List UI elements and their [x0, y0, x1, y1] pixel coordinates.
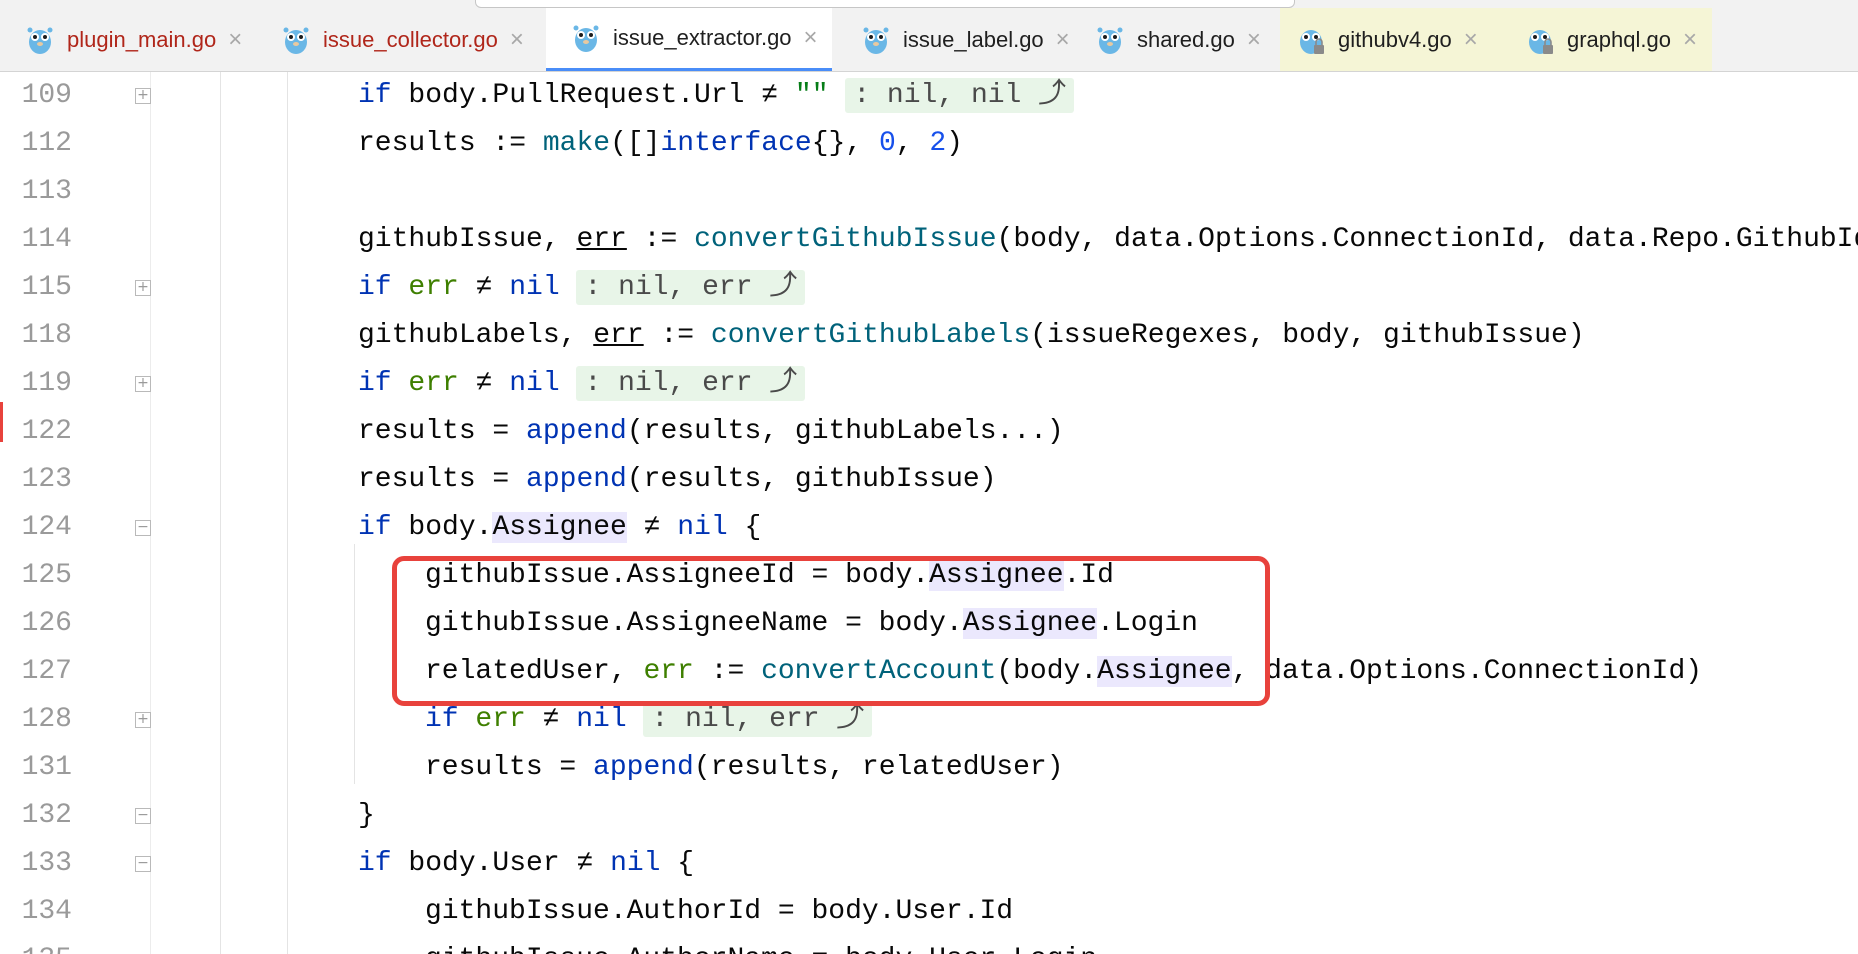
indent-guide [220, 72, 221, 954]
close-icon[interactable]: × [510, 27, 524, 52]
tab-label: issue_collector.go [323, 26, 498, 52]
tab-label: graphql.go [1567, 26, 1671, 52]
line-number-gutter: 109 112 113 114 115 118 119 122 123 124 … [0, 72, 151, 954]
line-number: 122 [21, 416, 72, 447]
change-marker [0, 402, 3, 442]
line-number: 114 [21, 224, 72, 255]
tab-label: plugin_main.go [67, 26, 217, 52]
tab-issue-extractor[interactable]: issue_extractor.go × [546, 8, 832, 71]
code-line-134: githubIssue.AuthorId = body.User.Id [425, 896, 1014, 927]
line-number: 115 [21, 272, 72, 303]
line-number: 134 [21, 896, 72, 927]
close-icon[interactable]: × [804, 26, 818, 50]
tab-label: issue_label.go [903, 26, 1044, 52]
close-icon[interactable]: × [1247, 27, 1261, 52]
folded-return-hint[interactable]: : nil, err ⤴ [576, 270, 806, 305]
fold-end-icon[interactable]: − [135, 808, 151, 824]
tab-githubv4[interactable]: githubv4.go × [1280, 8, 1526, 71]
indent-guide [287, 72, 288, 954]
code-line-135: githubIssue.AuthorName = body.User.Login [425, 936, 1097, 954]
line-number: 119 [21, 368, 72, 399]
line-number: 133 [21, 848, 72, 879]
code-line-115: if err ≠ nil : nil, err ⤴ [358, 264, 806, 312]
code-line-122: results = append(results, githubLabels..… [358, 416, 1064, 447]
line-number: 125 [21, 560, 72, 591]
tab-graphql[interactable]: graphql.go × [1526, 8, 1712, 71]
folded-return-hint[interactable]: : nil, nil ⤴ [845, 78, 1075, 113]
code-line-124: if body.Assignee ≠ nil { [358, 512, 762, 543]
fold-expand-icon[interactable]: + [135, 280, 151, 296]
fold-expand-icon[interactable]: + [135, 376, 151, 392]
folded-return-hint[interactable]: : nil, err ⤴ [643, 702, 873, 737]
go-gopher-icon [27, 27, 53, 54]
navigation-bar-edge [475, 0, 1295, 8]
line-number: 126 [21, 608, 72, 639]
close-icon[interactable]: × [1056, 27, 1070, 52]
indent-guide [354, 544, 355, 784]
line-number: 127 [21, 656, 72, 687]
tab-issue-collector[interactable]: issue_collector.go × [256, 8, 542, 71]
fold-expand-icon[interactable]: + [135, 712, 151, 728]
line-number: 113 [21, 176, 72, 207]
code-line-118: githubLabels, err := convertGithubLabels… [358, 320, 1585, 351]
fold-expand-icon[interactable]: + [135, 88, 151, 104]
tab-label: githubv4.go [1338, 26, 1452, 52]
go-gopher-lock-icon [1529, 29, 1553, 54]
code-line-114: githubIssue, err := convertGithubIssue(b… [358, 224, 1858, 255]
fold-collapse-icon[interactable]: − [135, 520, 151, 536]
go-gopher-icon [283, 27, 309, 54]
close-icon[interactable]: × [228, 27, 242, 52]
line-number: 132 [21, 800, 72, 831]
go-gopher-lock-icon [1300, 29, 1324, 54]
fold-collapse-icon[interactable]: − [135, 856, 151, 872]
code-line-123: results = append(results, githubIssue) [358, 464, 997, 495]
line-number: 128 [21, 704, 72, 735]
close-icon[interactable]: × [1464, 27, 1478, 52]
folded-return-hint[interactable]: : nil, err ⤴ [576, 366, 806, 401]
tab-label: issue_extractor.go [613, 25, 792, 50]
red-highlight-box [392, 556, 1270, 706]
line-number: 123 [21, 464, 72, 495]
code-line-112: results := make([]interface{}, 0, 2) [358, 128, 963, 159]
line-number: 118 [21, 320, 72, 351]
code-line-119: if err ≠ nil : nil, err ⤴ [358, 360, 806, 408]
line-number: 131 [21, 752, 72, 783]
close-icon[interactable]: × [1683, 27, 1697, 52]
line-number: 124 [21, 512, 72, 543]
line-number: 109 [21, 80, 72, 111]
line-number: 112 [21, 128, 72, 159]
code-line-133: if body.User ≠ nil { [358, 848, 695, 879]
go-gopher-icon [573, 25, 599, 52]
code-line-109: if body.PullRequest.Url ≠ "" : nil, nil … [358, 72, 1075, 120]
tab-issue-label[interactable]: issue_label.go × [836, 8, 1076, 71]
code-editor[interactable]: 109 112 113 114 115 118 119 122 123 124 … [0, 72, 1858, 954]
go-gopher-icon [1097, 27, 1123, 54]
tab-shared[interactable]: shared.go × [1070, 8, 1280, 71]
code-line-131: results = append(results, relatedUser) [425, 752, 1064, 783]
tab-label: shared.go [1137, 26, 1235, 52]
tab-plugin-main[interactable]: plugin_main.go × [0, 8, 242, 71]
code-line-132: } [358, 800, 375, 831]
go-gopher-icon [863, 27, 889, 54]
editor-tab-bar: plugin_main.go × issue_collector.go × is… [0, 0, 1858, 72]
line-number: 135 [14, 936, 72, 954]
